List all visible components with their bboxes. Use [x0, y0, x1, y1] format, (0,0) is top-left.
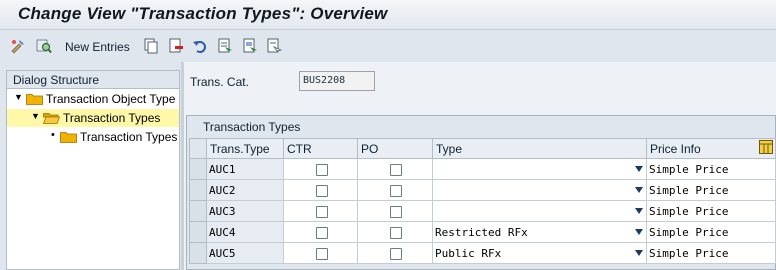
trans-type-cell: AUC4 — [206, 221, 284, 243]
po-cell — [357, 242, 433, 264]
trans-type-cell: AUC3 — [206, 200, 284, 222]
column-header-trans-type[interactable]: Trans.Type — [206, 138, 284, 159]
po-checkbox[interactable] — [390, 247, 402, 260]
details-pane: Trans. Cat. BUS2208 Transaction Types Tr… — [184, 62, 776, 270]
dialog-structure-header: Dialog Structure — [7, 71, 179, 89]
select-all-icon[interactable] — [217, 38, 233, 54]
select-all-rows-button[interactable] — [189, 138, 207, 159]
po-cell — [357, 158, 433, 180]
type-dropdown[interactable] — [432, 179, 647, 201]
page-title: Change View "Transaction Types": Overvie… — [18, 4, 388, 23]
po-checkbox[interactable] — [390, 163, 402, 176]
copy-icon[interactable] — [143, 38, 159, 54]
dialog-structure-pane: Dialog Structure ▼ Transaction Object Ty… — [6, 70, 180, 270]
price-info-cell: Simple Price — [646, 221, 776, 243]
table-row: AUC1 Simple Price — [189, 158, 776, 180]
select-block-icon[interactable] — [242, 38, 258, 54]
type-dropdown[interactable] — [432, 158, 647, 180]
deselect-all-icon[interactable] — [266, 38, 282, 54]
po-checkbox[interactable] — [390, 226, 402, 239]
ctr-cell — [283, 221, 358, 243]
row-selector[interactable] — [189, 179, 207, 201]
type-dropdown[interactable] — [432, 200, 647, 222]
column-header-ctr[interactable]: CTR — [283, 138, 358, 159]
dropdown-arrow-icon[interactable] — [635, 250, 643, 256]
po-checkbox[interactable] — [390, 205, 402, 218]
undo-icon[interactable] — [192, 38, 208, 54]
tree-item-label: Transaction Types — [63, 111, 161, 125]
table-row: AUC3 Simple Price — [189, 200, 776, 222]
type-dropdown[interactable]: Public RFx — [432, 242, 647, 264]
folder-closed-icon — [26, 94, 43, 105]
expanded-triangle-icon[interactable]: ▼ — [31, 111, 40, 121]
dropdown-arrow-icon[interactable] — [635, 208, 643, 214]
transaction-types-table-panel: Transaction Types Trans.Type CTR PO Type — [186, 115, 776, 270]
dropdown-arrow-icon[interactable] — [635, 229, 643, 235]
table-title: Transaction Types — [203, 120, 301, 134]
table-row: AUC2 Simple Price — [189, 179, 776, 201]
ctr-cell — [283, 242, 358, 264]
trans-type-cell: AUC1 — [206, 158, 284, 180]
trans-cat-label: Trans. Cat. — [190, 75, 249, 89]
ctr-cell — [283, 158, 358, 180]
po-cell — [357, 179, 433, 201]
ctr-checkbox[interactable] — [315, 163, 328, 176]
delete-icon[interactable] — [168, 38, 184, 54]
ctr-cell — [283, 179, 358, 201]
tree-item-transaction-types-child[interactable]: • Transaction Types — [7, 128, 179, 146]
dropdown-arrow-icon[interactable] — [635, 166, 643, 172]
bullet-icon: • — [51, 129, 55, 141]
po-cell — [357, 200, 433, 222]
row-selector[interactable] — [189, 158, 207, 180]
new-entries-button[interactable]: New Entries — [65, 40, 130, 54]
price-info-cell: Simple Price — [646, 200, 776, 222]
column-header-price-info[interactable]: Price Info — [646, 138, 776, 159]
tree-item-label: Transaction Object Type — [46, 92, 176, 106]
display-change-icon[interactable] — [10, 38, 26, 54]
row-selector[interactable] — [189, 200, 207, 222]
price-info-cell: Simple Price — [646, 179, 776, 201]
column-header-po[interactable]: PO — [357, 138, 433, 159]
po-checkbox[interactable] — [390, 184, 402, 197]
table-header-row: Trans.Type CTR PO Type Price Info — [189, 138, 776, 159]
application-toolbar: New Entries — [0, 31, 776, 61]
find-icon[interactable] — [36, 38, 52, 54]
expanded-triangle-icon[interactable]: ▼ — [14, 92, 23, 102]
folder-closed-icon — [60, 132, 77, 143]
trans-type-cell: AUC2 — [206, 179, 284, 201]
ctr-checkbox[interactable] — [315, 247, 328, 260]
price-info-cell: Simple Price — [646, 158, 776, 180]
tree-item-transaction-object-type[interactable]: ▼ Transaction Object Type — [7, 90, 179, 108]
ctr-checkbox[interactable] — [315, 184, 328, 197]
ctr-cell — [283, 200, 358, 222]
price-info-cell: Simple Price — [646, 242, 776, 264]
title-bar: Change View "Transaction Types": Overvie… — [0, 0, 776, 30]
transaction-types-table: Trans.Type CTR PO Type Price Info AUC1 S… — [189, 138, 776, 264]
folder-open-icon — [43, 113, 60, 124]
ctr-checkbox[interactable] — [315, 205, 328, 218]
table-settings-icon[interactable] — [759, 140, 773, 154]
trans-type-cell: AUC5 — [206, 242, 284, 264]
row-selector[interactable] — [189, 221, 207, 243]
po-cell — [357, 221, 433, 243]
ctr-checkbox[interactable] — [315, 226, 328, 239]
trans-cat-field: BUS2208 — [299, 71, 375, 91]
column-header-type[interactable]: Type — [432, 138, 647, 159]
row-selector[interactable] — [189, 242, 207, 264]
type-dropdown[interactable]: Restricted RFx — [432, 221, 647, 243]
tree-item-transaction-types[interactable]: ▼ Transaction Types — [7, 109, 179, 127]
type-value: Public RFx — [435, 246, 502, 260]
dropdown-arrow-icon[interactable] — [635, 187, 643, 193]
column-header-price-info-label: Price Info — [650, 141, 701, 156]
table-row: AUC4 Restricted RFx Simple Price — [189, 221, 776, 243]
type-value: Restricted RFx — [435, 225, 528, 239]
tree-item-label: Transaction Types — [80, 130, 178, 144]
table-row: AUC5 Public RFx Simple Price — [189, 242, 776, 264]
